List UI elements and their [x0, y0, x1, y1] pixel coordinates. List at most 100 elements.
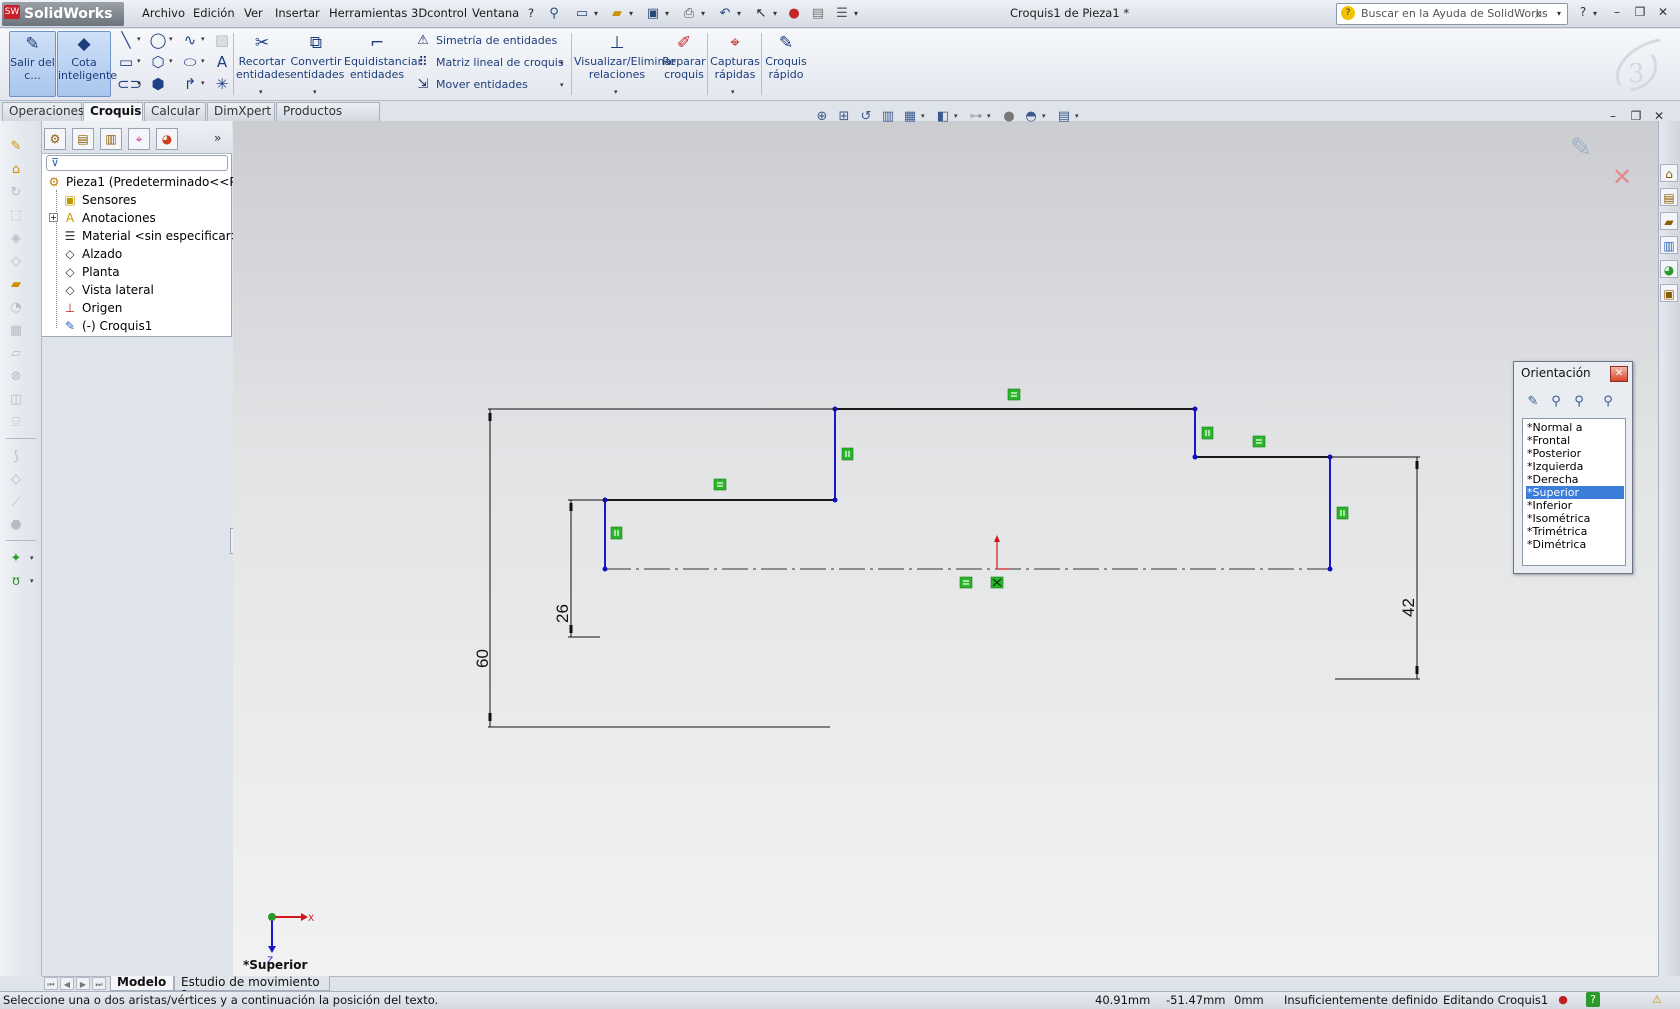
dimension-text-60[interactable]: 60	[473, 649, 492, 668]
file-explorer-icon[interactable]: ▰	[1660, 212, 1678, 230]
orientation-item[interactable]: *Inferior	[1526, 499, 1624, 512]
pin-dialog-icon[interactable]: ⚲	[1598, 393, 1618, 411]
feature-tree-tab-icon[interactable]: ⚙	[44, 128, 66, 150]
tab-dimxpert[interactable]: DimXpert	[207, 102, 275, 121]
options-dropdown[interactable]: ▾	[852, 4, 860, 24]
sketch-point[interactable]	[602, 566, 608, 572]
rectangle-dropdown[interactable]: ▾	[137, 57, 141, 65]
reference-axis-icon[interactable]: ⟋	[6, 494, 26, 512]
curves-icon[interactable]: ⟆	[6, 448, 26, 466]
sweep-icon[interactable]: ⬚	[6, 207, 26, 225]
custom-properties-icon[interactable]: ▣	[1660, 284, 1678, 302]
tab-productos-office[interactable]: Productos Office	[276, 102, 380, 135]
pattern-feature-icon[interactable]: ▦	[6, 322, 26, 340]
new-document-icon[interactable]: ▭	[572, 4, 592, 24]
menu-ver[interactable]: Ver	[244, 6, 263, 20]
slot-dropdown[interactable]: ▾	[137, 79, 141, 87]
vertical-relation-icon[interactable]	[1336, 506, 1349, 520]
pattern-dropdown[interactable]: ▾	[560, 59, 564, 67]
plane-sketch-icon[interactable]: ▨	[213, 31, 231, 49]
menu-insertar[interactable]: Insertar	[275, 6, 320, 20]
feature-filter-input[interactable]	[46, 155, 228, 171]
view-orientation-dropdown[interactable]: ▾	[921, 112, 925, 120]
quick-tips-icon[interactable]: ⚠	[1650, 992, 1664, 1007]
polygon-icon[interactable]: ⬡	[149, 53, 167, 71]
select-dropdown[interactable]: ▾	[771, 4, 779, 24]
expand-toggle[interactable]: +	[49, 213, 58, 222]
tab-calcular[interactable]: Calcular	[144, 102, 206, 121]
fillet-icon[interactable]: ↱	[181, 75, 199, 93]
horizontal-relation-icon[interactable]	[1007, 388, 1021, 401]
dimxpert-tab-icon[interactable]: ⌖	[128, 128, 150, 150]
tree-item-alzado[interactable]: ◇ Alzado	[62, 245, 122, 263]
appearances-icon[interactable]: ◕	[1660, 260, 1678, 278]
smart-dimension-button[interactable]: ◆ Cota inteligente	[57, 31, 117, 97]
undo-icon[interactable]: ↶	[715, 4, 735, 24]
reference-plane-icon[interactable]: ◇	[6, 471, 26, 489]
minimize-window-icon[interactable]: –	[1608, 5, 1626, 19]
slot-icon[interactable]: ⊂⊃	[117, 75, 142, 93]
search-dropdown[interactable]: ▾	[1555, 4, 1563, 24]
line-dropdown[interactable]: ▾	[137, 35, 141, 43]
trim-dropdown[interactable]: ▾	[259, 88, 263, 96]
rapid-sketch-button[interactable]: ✎ Croquis rápido	[764, 31, 808, 97]
revolve-icon[interactable]: ↻	[6, 184, 26, 202]
open-dropdown[interactable]: ▾	[627, 4, 635, 24]
tree-item-vista-lateral[interactable]: ◇ Vista lateral	[62, 281, 153, 299]
display-style-dropdown[interactable]: ▾	[954, 112, 958, 120]
reset-standard-views-icon[interactable]: ⚲	[1569, 393, 1589, 411]
sketch-point[interactable]	[1192, 406, 1198, 412]
save-dropdown[interactable]: ▾	[663, 4, 671, 24]
tree-item-planta[interactable]: ◇ Planta	[62, 263, 119, 281]
help-status-icon[interactable]: ?	[1586, 992, 1600, 1007]
exit-sketch-button[interactable]: ✎ Salir del c...	[9, 31, 56, 97]
ellipse-dropdown[interactable]: ▾	[201, 57, 205, 65]
tree-root-part[interactable]: ⚙ Pieza1 (Predeterminado<<Pred	[46, 173, 257, 191]
configuration-tab-icon[interactable]: ▥	[100, 128, 122, 150]
print-icon[interactable]: ⎙	[679, 4, 699, 24]
tab-croquis[interactable]: Croquis	[83, 102, 143, 121]
close-window-icon[interactable]: ✕	[1654, 5, 1672, 19]
orientation-item[interactable]: *Normal a	[1526, 421, 1624, 434]
quick-snaps-dropdown[interactable]: ▾	[731, 88, 735, 96]
sketch-tool-icon[interactable]: ✎	[6, 138, 26, 156]
tab-operaciones[interactable]: Operaciones	[2, 102, 84, 121]
loft-icon[interactable]: ◈	[6, 230, 26, 248]
sketch-canvas[interactable]: 60 26 42	[233, 121, 1658, 976]
rebuild-traffic-light-icon[interactable]: ●	[784, 4, 804, 24]
linear-pattern-button[interactable]: ⠿ Matriz lineal de croquis	[414, 53, 563, 73]
undo-dropdown[interactable]: ▾	[735, 4, 743, 24]
orientation-item[interactable]: *Dimétrica	[1526, 538, 1624, 551]
relations-dropdown[interactable]: ▾	[614, 88, 618, 96]
boundary-icon[interactable]: ◇	[6, 253, 26, 271]
mirror-entities-button[interactable]: ⚠ Simetría de entidades	[414, 31, 557, 51]
cut-icon[interactable]: ▰	[6, 276, 26, 294]
menu-3dcontrol[interactable]: 3Dcontrol	[411, 6, 467, 20]
prev-tab-icon[interactable]: ◀	[60, 977, 74, 990]
design-library-icon[interactable]: ▤	[1660, 188, 1678, 206]
file-properties-icon[interactable]: ▤	[808, 4, 828, 24]
shell-icon[interactable]: ◫	[6, 391, 26, 409]
line-icon[interactable]: ╲	[117, 31, 135, 49]
orientation-item[interactable]: *Posterior	[1526, 447, 1624, 460]
dimension-text-42[interactable]: 42	[1399, 598, 1418, 617]
tab-estudio-movimiento[interactable]: Estudio de movimiento 1	[174, 976, 330, 1002]
open-folder-icon[interactable]: ▰	[607, 4, 627, 24]
expand-panel-icon[interactable]: »	[214, 131, 221, 145]
vertical-relation-icon[interactable]	[1201, 426, 1214, 440]
solidworks-resources-icon[interactable]: ⌂	[1660, 164, 1678, 182]
orientation-item[interactable]: *Derecha	[1526, 473, 1624, 486]
tab-modelo[interactable]: Modelo	[110, 976, 174, 991]
orientation-item[interactable]: *Izquierda	[1526, 460, 1624, 473]
help-menu-dropdown[interactable]: ▾	[1591, 4, 1599, 24]
menu-archivo[interactable]: Archivo	[142, 6, 185, 20]
view-palette-icon[interactable]: ▥	[1660, 236, 1678, 254]
spline-icon[interactable]: ∿	[181, 31, 199, 49]
vertical-relation-icon[interactable]	[841, 447, 854, 461]
point-icon[interactable]: ✳	[213, 75, 231, 93]
vertical-relation-icon[interactable]	[610, 526, 623, 540]
first-tab-icon[interactable]: ⏮	[44, 977, 58, 990]
print-dropdown[interactable]: ▾	[699, 4, 707, 24]
tree-item-material[interactable]: ☰ Material <sin especificar>	[62, 227, 241, 245]
tree-item-origen[interactable]: ⊥ Origen	[62, 299, 123, 317]
